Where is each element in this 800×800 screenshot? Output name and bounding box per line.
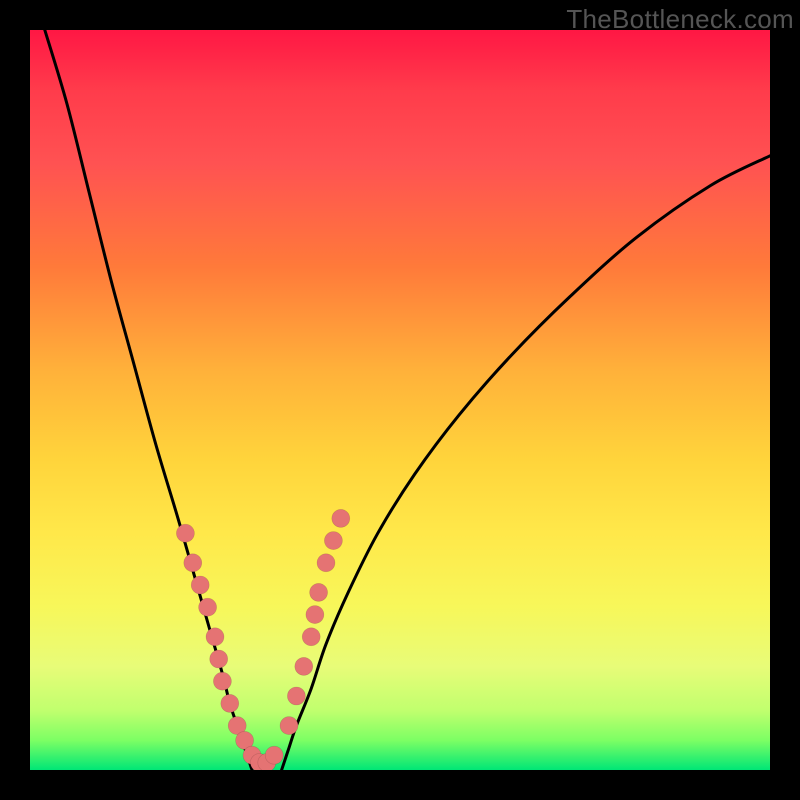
marker-layer bbox=[176, 509, 349, 770]
plot-area bbox=[30, 30, 770, 770]
sample-point bbox=[302, 628, 320, 646]
sample-point bbox=[265, 746, 283, 764]
sample-point bbox=[176, 524, 194, 542]
sample-point bbox=[280, 717, 298, 735]
sample-point bbox=[184, 554, 202, 572]
chart-frame: TheBottleneck.com bbox=[0, 0, 800, 800]
sample-point bbox=[213, 672, 231, 690]
sample-point bbox=[206, 628, 224, 646]
sample-point bbox=[324, 532, 342, 550]
sample-point bbox=[332, 509, 350, 527]
sample-point bbox=[191, 576, 209, 594]
sample-point bbox=[210, 650, 228, 668]
sample-point bbox=[221, 694, 239, 712]
sample-point bbox=[199, 598, 217, 616]
sample-point bbox=[295, 657, 313, 675]
right-curve bbox=[282, 156, 770, 770]
curve-layer bbox=[30, 30, 770, 770]
sample-point bbox=[306, 606, 324, 624]
sample-point bbox=[310, 583, 328, 601]
sample-point bbox=[287, 687, 305, 705]
sample-point bbox=[317, 554, 335, 572]
